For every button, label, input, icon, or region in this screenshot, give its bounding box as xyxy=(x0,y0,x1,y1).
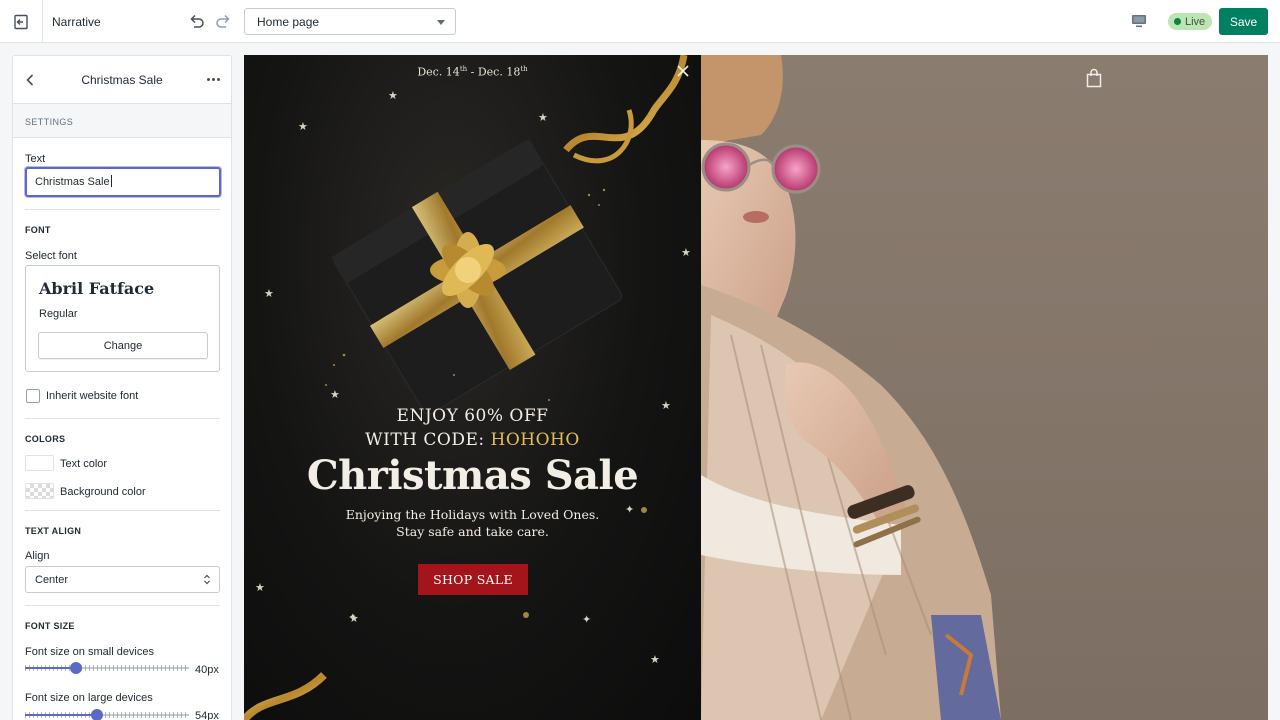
sidebar-title: Christmas Sale xyxy=(81,73,163,87)
date-end: - Dec. 18 xyxy=(467,65,521,79)
select-arrows-icon xyxy=(204,574,210,585)
back-button[interactable] xyxy=(23,72,37,88)
font-style: Regular xyxy=(39,308,78,320)
star-decoration: ★ xyxy=(650,654,660,666)
theme-name: Narrative xyxy=(52,15,101,29)
star-decoration: ★ xyxy=(388,90,398,102)
small-font-size-label: Font size on small devices xyxy=(25,646,154,658)
font-caption: FONT xyxy=(25,225,51,235)
font-picker-card: Abril Fatface Regular Change xyxy=(25,265,220,372)
change-font-button[interactable]: Change xyxy=(38,332,208,359)
more-options-button[interactable] xyxy=(205,70,221,88)
undo-button[interactable] xyxy=(185,10,207,32)
star-decoration: ✦ xyxy=(582,614,592,626)
colors-caption: COLORS xyxy=(25,434,66,444)
star-decoration: ★ xyxy=(330,389,340,401)
redo-icon xyxy=(216,14,230,28)
redo-button[interactable] xyxy=(213,10,235,32)
text-align-caption: TEXT ALIGN xyxy=(25,526,82,536)
gift-box-image xyxy=(244,55,688,720)
align-select[interactable]: Center xyxy=(25,566,220,593)
star-decoration: ★ xyxy=(538,112,548,124)
inherit-font-label: Inherit website font xyxy=(46,390,139,402)
exit-button[interactable] xyxy=(0,0,43,43)
offer-code-prefix: WITH CODE: xyxy=(365,430,491,450)
slider-fill xyxy=(25,714,98,716)
star-decoration: ★ xyxy=(255,582,265,594)
shopping-bag-icon[interactable] xyxy=(1086,68,1102,88)
live-status-badge: Live xyxy=(1168,13,1213,30)
live-label: Live xyxy=(1185,15,1206,28)
slider-thumb[interactable] xyxy=(91,709,104,720)
background-color-label: Background color xyxy=(60,486,146,498)
divider xyxy=(25,605,220,606)
font-size-caption: FONT SIZE xyxy=(25,621,75,631)
select-font-label: Select font xyxy=(25,250,77,262)
save-button[interactable]: Save xyxy=(1219,8,1268,35)
chevron-down-icon xyxy=(437,20,445,25)
date-start: Dec. 14 xyxy=(417,65,460,79)
font-name: Abril Fatface xyxy=(39,279,155,298)
more-icon xyxy=(206,77,210,81)
star-decoration: ✦ xyxy=(348,612,358,624)
promo-dates: Dec. 14th - Dec. 18th xyxy=(244,65,701,79)
small-font-size-slider[interactable] xyxy=(25,662,189,674)
desktop-icon xyxy=(1132,15,1146,28)
text-color-label: Text color xyxy=(60,458,108,470)
model-photo xyxy=(701,55,1268,720)
close-icon[interactable] xyxy=(676,64,690,78)
settings-section-header: SETTINGS xyxy=(13,104,231,138)
store-preview: ★ ★ ★ ★ ★ ★ ★ ★ ★ ★ ✦ ✦ ✦ Dec. 14th - De… xyxy=(244,55,1268,720)
align-label: Align xyxy=(25,550,50,562)
page-selector-value: Home page xyxy=(257,15,320,29)
top-bar: Narrative Home page Live Save xyxy=(0,0,1280,43)
divider xyxy=(25,209,220,210)
divider xyxy=(25,418,220,419)
small-font-size-value: 40px xyxy=(195,664,219,676)
slider-fill xyxy=(25,667,76,669)
promo-subtext: Stay safe and take care. xyxy=(396,524,549,539)
large-font-size-label: Font size on large devices xyxy=(25,692,153,704)
text-field-label: Text xyxy=(25,153,46,165)
device-preview-button[interactable] xyxy=(1130,12,1148,30)
star-decoration: ★ xyxy=(681,247,691,259)
promo-headline: Christmas Sale xyxy=(306,452,639,499)
offer-code-line: WITH CODE: HOHOHO xyxy=(244,430,701,450)
shop-sale-button[interactable]: SHOP SALE xyxy=(418,564,528,595)
offer-line: ENJOY 60% OFF xyxy=(396,406,549,426)
large-font-size-slider[interactable] xyxy=(25,709,189,720)
date-end-suffix: th xyxy=(520,65,528,73)
slider-thumb[interactable] xyxy=(69,662,82,674)
large-font-size-value: 54px xyxy=(195,710,219,720)
promo-banner: ★ ★ ★ ★ ★ ★ ★ ★ ★ ★ ✦ ✦ ✦ Dec. 14th - De… xyxy=(244,55,701,720)
star-decoration: ★ xyxy=(264,288,274,300)
text-cursor xyxy=(110,175,112,187)
exit-icon xyxy=(14,14,28,29)
live-dot-icon xyxy=(1174,18,1181,25)
align-select-value: Center xyxy=(35,574,69,586)
model-image xyxy=(701,55,1001,720)
inherit-font-checkbox[interactable] xyxy=(26,389,40,403)
text-input[interactable]: Christmas Sale xyxy=(25,167,221,197)
offer-code: HOHOHO xyxy=(490,430,580,450)
promo-subtext: Enjoying the Holidays with Loved Ones. xyxy=(345,507,600,522)
star-decoration: ★ xyxy=(298,121,308,133)
background-color-swatch[interactable] xyxy=(25,483,54,499)
divider xyxy=(25,510,220,511)
back-arrow-icon xyxy=(26,74,34,86)
undo-icon xyxy=(190,14,204,28)
sidebar-header: Christmas Sale xyxy=(13,56,231,104)
text-color-swatch[interactable] xyxy=(25,455,54,471)
text-input-value: Christmas Sale xyxy=(35,176,110,188)
page-selector[interactable]: Home page xyxy=(244,8,456,35)
settings-sidebar: Christmas Sale SETTINGS Text Christmas S… xyxy=(12,55,232,720)
